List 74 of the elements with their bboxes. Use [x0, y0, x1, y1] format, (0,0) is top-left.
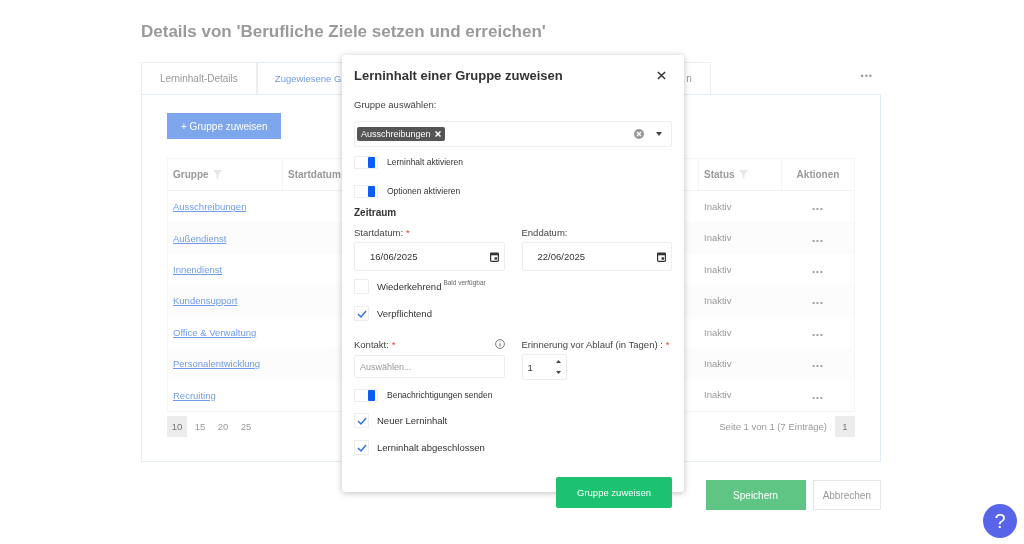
- caret-icon[interactable]: [656, 132, 662, 136]
- calendar-icon[interactable]: [657, 251, 666, 262]
- page-info: Seite 1 von 1 (7 Einträge): [719, 420, 827, 432]
- number-field[interactable]: 1: [521, 354, 567, 380]
- row-actions-button[interactable]: •••: [812, 388, 824, 402]
- checkbox-label: Lerninhalt abgeschlossen: [377, 442, 485, 453]
- dialog-title: Lerninhalt einer Gruppe zuweisen: [354, 67, 563, 83]
- page-size-option[interactable]: 25: [236, 415, 256, 437]
- status-text: Inaktiv: [704, 357, 732, 369]
- checkbox[interactable]: [354, 440, 369, 455]
- column-header: Aktionen: [782, 159, 854, 191]
- remove-icon[interactable]: [434, 131, 441, 137]
- row-actions-button[interactable]: •••: [812, 294, 824, 308]
- group-tag: Ausschreibungen: [357, 127, 445, 141]
- column-header: Gruppe: [168, 159, 283, 191]
- assign-group-button[interactable]: Gruppe zuweisen: [556, 477, 672, 508]
- group-select[interactable]: Ausschreibungen: [354, 121, 672, 147]
- field-label: Erinnerung vor Ablauf (in Tagen) :: [521, 338, 663, 350]
- required-mark: *: [406, 226, 410, 238]
- checkbox-label: Verpflichtend: [377, 308, 432, 319]
- toggle-switch[interactable]: [354, 184, 378, 198]
- toggle-switch[interactable]: [354, 155, 378, 169]
- cancel-button[interactable]: Abbrechen: [812, 480, 881, 510]
- column-header: Status: [699, 159, 782, 191]
- checkbox[interactable]: [354, 306, 369, 321]
- row-actions-button[interactable]: •••: [812, 357, 824, 371]
- info-icon: [494, 339, 505, 349]
- close-icon[interactable]: [657, 70, 666, 80]
- page-title: Details von 'Berufliche Ziele setzen und erreichen': [141, 22, 547, 43]
- group-link[interactable]: Ausschreibungen: [173, 201, 247, 213]
- spinner-icon[interactable]: [555, 359, 561, 375]
- required-mark: *: [665, 338, 670, 350]
- field-label: Startdatum:: [354, 226, 404, 238]
- page-size-option[interactable]: 15: [190, 415, 210, 437]
- field-label: Gruppe auswählen:: [354, 99, 438, 112]
- status-text: Inaktiv: [704, 326, 732, 338]
- save-button[interactable]: Speichern: [705, 480, 806, 510]
- status-text: Inaktiv: [704, 295, 732, 307]
- status-text: Inaktiv: [704, 263, 732, 275]
- tab[interactable]: Lerninhalt-Details: [141, 62, 257, 94]
- toggle-label: Benachrichtigungen senden: [387, 390, 493, 400]
- date-field[interactable]: 16/06/2025: [354, 242, 505, 271]
- section-heading: Zeitraum: [354, 207, 398, 220]
- field-label: Enddatum:: [521, 226, 568, 238]
- row-actions-button[interactable]: •••: [812, 262, 824, 276]
- row-actions-button[interactable]: •••: [812, 231, 824, 245]
- assign-group-button[interactable]: + Gruppe zuweisen: [167, 113, 282, 139]
- group-link[interactable]: Office & Verwaltung: [173, 326, 257, 338]
- page-size-option[interactable]: 10: [167, 415, 187, 437]
- row-actions-button[interactable]: •••: [812, 325, 824, 339]
- contact-field[interactable]: Auswählen...: [354, 355, 505, 378]
- toggle-label: Lerninhalt aktivieren: [387, 157, 464, 167]
- checkbox-label: Neuer Lerninhalt: [377, 415, 448, 426]
- group-link[interactable]: Recruiting: [173, 389, 216, 401]
- date-field[interactable]: 22/06/2025: [521, 242, 672, 271]
- page-size-option[interactable]: 20: [213, 415, 233, 437]
- required-mark: *: [391, 338, 396, 350]
- group-link[interactable]: Personalentwicklung: [173, 358, 261, 370]
- clear-icon[interactable]: [634, 129, 644, 139]
- toggle-switch[interactable]: [354, 388, 378, 402]
- calendar-icon[interactable]: [489, 251, 499, 262]
- group-link[interactable]: Außendienst: [173, 232, 227, 244]
- group-link[interactable]: Innendienst: [173, 263, 223, 275]
- row-actions-button[interactable]: •••: [812, 200, 824, 214]
- checkbox[interactable]: [354, 413, 369, 428]
- status-text: Inaktiv: [704, 201, 732, 212]
- checkbox-label: Wiederkehrend: [377, 281, 442, 292]
- help-button[interactable]: ?: [983, 504, 1017, 538]
- status-text: Inaktiv: [704, 232, 732, 244]
- page-button[interactable]: 1: [835, 415, 855, 437]
- field-label: Kontakt:: [354, 338, 389, 350]
- group-link[interactable]: Kundensupport: [173, 295, 238, 307]
- status-text: Inaktiv: [704, 389, 732, 401]
- more-button[interactable]: •••: [854, 70, 879, 82]
